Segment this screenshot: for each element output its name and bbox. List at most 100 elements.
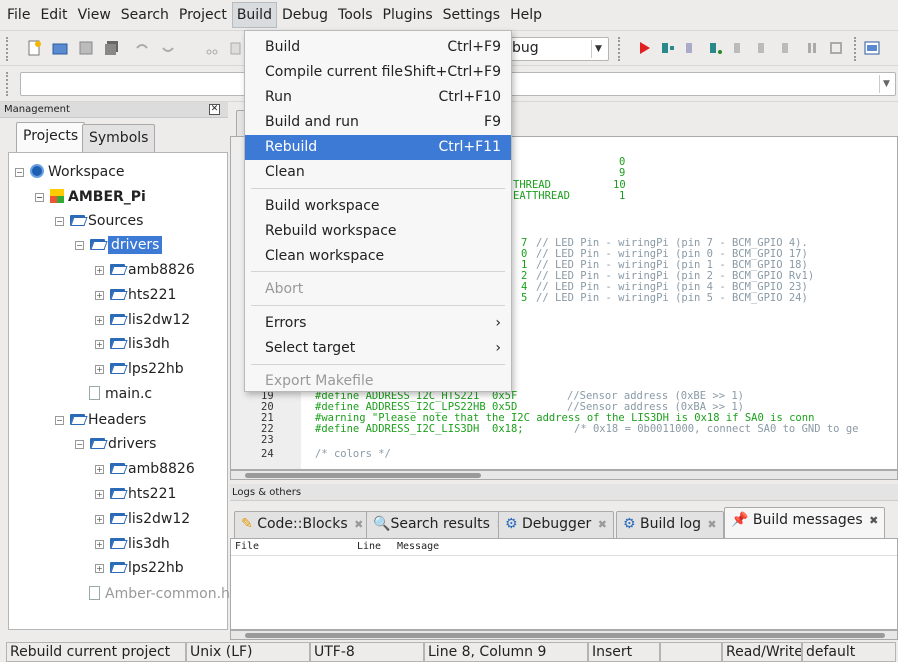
expand-icon[interactable]: + — [95, 564, 104, 573]
debug-start-icon[interactable] — [636, 40, 652, 56]
menu-project[interactable]: Project — [174, 2, 232, 28]
tree-node-workspace[interactable]: − Workspace — [15, 161, 125, 183]
new-file-icon[interactable] — [26, 40, 42, 56]
menu-item-build-and-run[interactable]: Build and run F9 — [245, 110, 511, 135]
menu-item-rebuild-workspace[interactable]: Rebuild workspace — [245, 219, 511, 244]
column-header-line[interactable]: Line — [357, 539, 381, 555]
tree-node-file[interactable]: main.c — [89, 383, 152, 405]
tree-node-folder[interactable]: + lps22hb — [95, 557, 184, 579]
logs-horizontal-scrollbar[interactable] — [230, 630, 898, 640]
toolbar-grip[interactable] — [618, 37, 621, 61]
build-messages-table[interactable]: File Line Message — [230, 538, 898, 630]
run-to-cursor-icon[interactable] — [660, 40, 676, 56]
scrollbar-thumb[interactable] — [245, 473, 481, 478]
expand-icon[interactable]: + — [95, 515, 104, 524]
expand-icon[interactable]: + — [95, 490, 104, 499]
column-header-file[interactable]: File — [235, 539, 259, 555]
toolbar-grip[interactable] — [854, 37, 857, 61]
next-line-icon[interactable] — [684, 40, 700, 56]
collapse-icon[interactable]: − — [55, 416, 64, 425]
menu-item-run[interactable]: Run Ctrl+F10 — [245, 85, 511, 110]
tree-node-headers-drivers[interactable]: − drivers — [75, 433, 156, 455]
redo-icon[interactable] — [160, 40, 176, 56]
tree-node-file[interactable]: Amber-common.h — [89, 583, 230, 605]
step-instruction-icon[interactable] — [780, 40, 796, 56]
tree-node-folder[interactable]: + lis3dh — [95, 533, 170, 555]
menu-settings[interactable]: Settings — [438, 2, 505, 28]
menu-help[interactable]: Help — [505, 2, 547, 28]
tree-node-sources-drivers[interactable]: − drivers — [75, 234, 163, 256]
build-target-select[interactable]: bug ▼ — [505, 37, 609, 61]
menu-item-errors[interactable]: Errors › — [245, 311, 511, 336]
scrollbar-thumb[interactable] — [245, 633, 885, 638]
close-icon[interactable]: ✖ — [354, 518, 363, 531]
project-tree[interactable]: − Workspace − AMBER_Pi − Sources − drivers +… — [8, 152, 230, 630]
undo-icon[interactable] — [134, 40, 150, 56]
collapse-icon[interactable]: − — [15, 168, 24, 177]
tree-node-folder[interactable]: + amb8826 — [95, 259, 195, 281]
expand-icon[interactable]: + — [95, 465, 104, 474]
chevron-down-icon[interactable]: ▼ — [591, 40, 605, 58]
expand-icon[interactable]: + — [95, 340, 104, 349]
tab-codeblocks-log[interactable]: ✎ Code::Blocks ✖ — [234, 511, 371, 538]
save-icon[interactable] — [78, 40, 94, 56]
expand-icon[interactable]: + — [95, 540, 104, 549]
tree-node-folder[interactable]: + lis2dw12 — [95, 309, 190, 331]
menu-item-clean[interactable]: Clean — [245, 160, 511, 185]
cut-icon[interactable] — [204, 40, 220, 56]
expand-icon[interactable]: + — [95, 266, 104, 275]
menu-item-compile-current-file[interactable]: Compile current file Shift+Ctrl+F9 — [245, 60, 511, 85]
tree-node-folder[interactable]: + lis3dh — [95, 333, 170, 355]
tree-node-folder[interactable]: + hts221 — [95, 483, 176, 505]
menu-item-build[interactable]: Build Ctrl+F9 — [245, 35, 511, 60]
stop-icon[interactable] — [828, 40, 844, 56]
menu-plugins[interactable]: Plugins — [378, 2, 438, 28]
next-instruction-icon[interactable] — [756, 40, 772, 56]
collapse-icon[interactable]: − — [35, 193, 44, 202]
menu-build[interactable]: Build — [231, 2, 277, 28]
tree-node-project[interactable]: − AMBER_Pi — [35, 186, 146, 208]
tab-build-log[interactable]: ⚙ Build log ✖ — [616, 511, 724, 538]
expand-icon[interactable]: + — [95, 291, 104, 300]
pause-icon[interactable] — [804, 40, 820, 56]
step-out-icon[interactable] — [732, 40, 748, 56]
menu-view[interactable]: View — [73, 2, 116, 28]
menu-item-build-workspace[interactable]: Build workspace — [245, 194, 511, 219]
debug-windows-icon[interactable] — [864, 40, 880, 56]
menu-edit[interactable]: Edit — [35, 2, 72, 28]
tree-node-sources[interactable]: − Sources — [55, 210, 143, 232]
column-header-message[interactable]: Message — [397, 539, 439, 555]
expand-icon[interactable]: + — [95, 365, 104, 374]
collapse-icon[interactable]: − — [75, 440, 84, 449]
tree-node-folder[interactable]: + lis2dw12 — [95, 508, 190, 530]
tree-node-headers[interactable]: − Headers — [55, 409, 146, 431]
tab-symbols[interactable]: Symbols — [82, 124, 156, 152]
chevron-down-icon[interactable]: ▼ — [879, 75, 893, 93]
close-icon[interactable]: ✖ — [707, 518, 716, 531]
tab-search-results[interactable]: 🔍Search results ✖ — [366, 511, 513, 538]
expand-icon[interactable]: + — [95, 316, 104, 325]
toolbar-grip[interactable] — [6, 37, 9, 61]
open-file-icon[interactable] — [52, 40, 68, 56]
collapse-icon[interactable]: − — [55, 217, 64, 226]
editor-horizontal-scrollbar[interactable] — [230, 470, 898, 480]
copy-icon[interactable] — [228, 40, 244, 56]
tab-build-messages[interactable]: 📌 Build messages ✖ — [724, 507, 886, 538]
menu-tools[interactable]: Tools — [333, 2, 378, 28]
tab-projects[interactable]: Projects — [16, 122, 86, 152]
tree-node-folder[interactable]: + lps22hb — [95, 358, 184, 380]
menu-item-clean-workspace[interactable]: Clean workspace — [245, 244, 511, 269]
tab-debugger[interactable]: ⚙ Debugger ✖ — [498, 511, 614, 538]
menu-file[interactable]: File — [2, 2, 35, 28]
menu-item-select-target[interactable]: Select target › — [245, 336, 511, 361]
save-all-icon[interactable] — [104, 40, 120, 56]
tree-node-folder[interactable]: + hts221 — [95, 284, 176, 306]
menu-item-rebuild[interactable]: Rebuild Ctrl+F11 — [245, 135, 511, 160]
toolbar-grip[interactable] — [6, 72, 9, 96]
close-icon[interactable]: ✖ — [869, 514, 878, 527]
tree-node-folder[interactable]: + amb8826 — [95, 458, 195, 480]
step-into-icon[interactable] — [708, 40, 724, 56]
collapse-icon[interactable]: − — [75, 241, 84, 250]
close-icon[interactable]: ✕ — [209, 104, 220, 115]
menu-debug[interactable]: Debug — [277, 2, 333, 28]
